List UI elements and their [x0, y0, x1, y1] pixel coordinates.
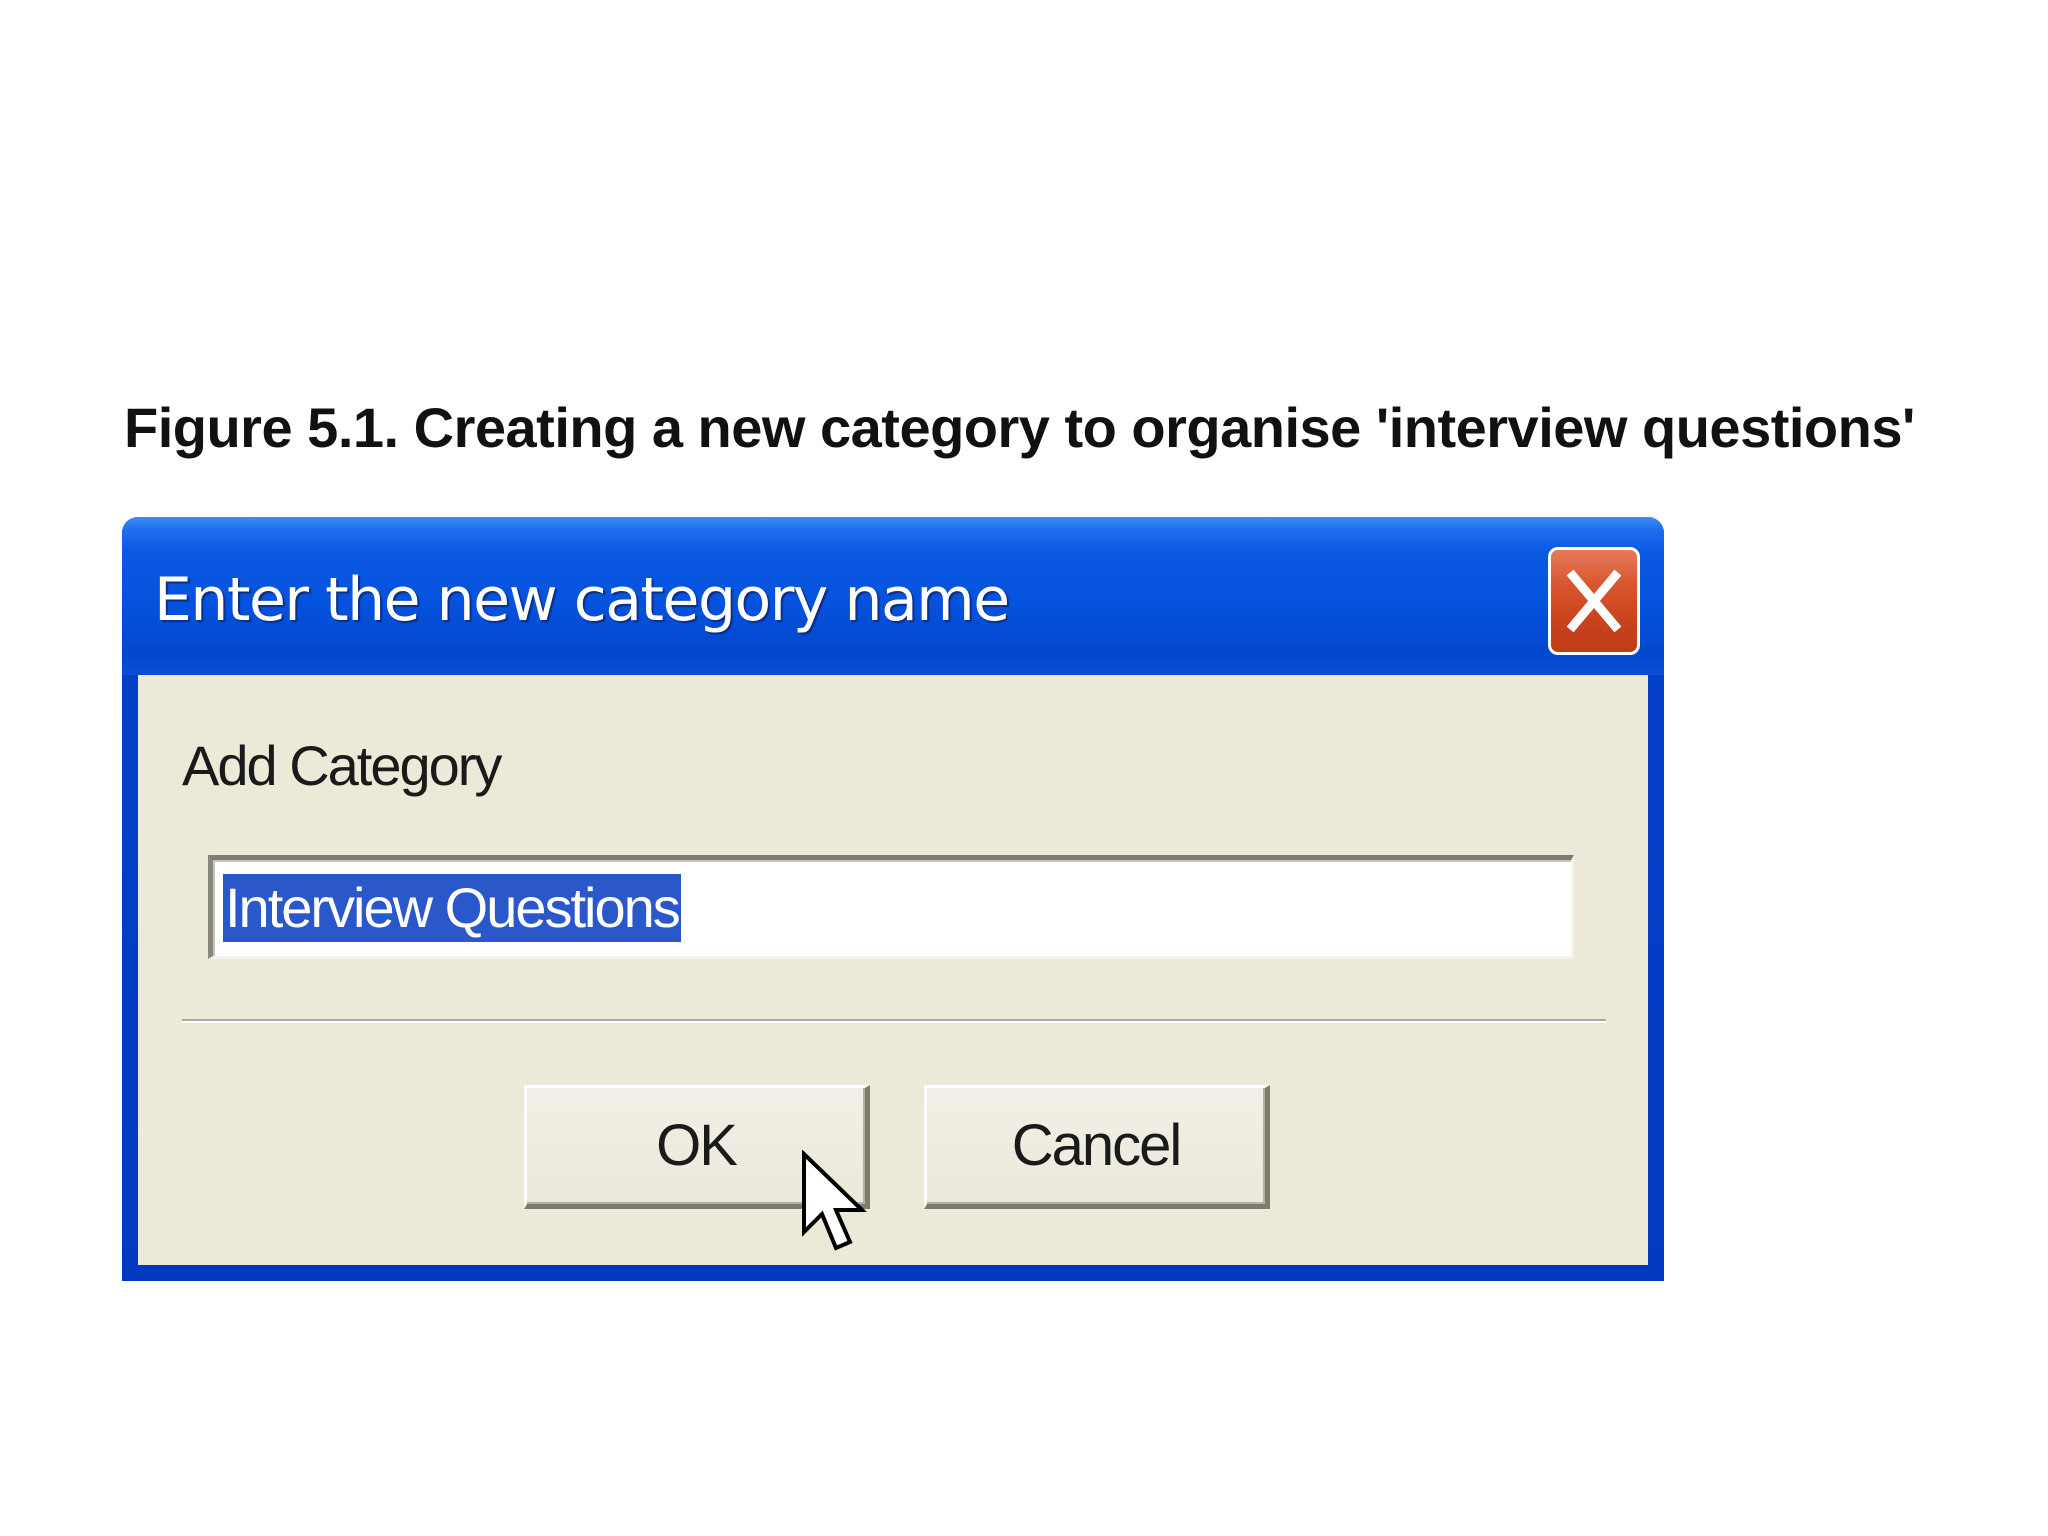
cancel-button[interactable]: Cancel: [924, 1085, 1270, 1209]
mouse-pointer-icon: [802, 1150, 867, 1251]
dialog-title: Enter the new category name: [154, 565, 1010, 635]
input-selected-text: Interview Questions: [223, 874, 681, 942]
add-category-label: Add Category: [182, 734, 502, 797]
category-name-input[interactable]: Interview Questions: [208, 855, 1574, 959]
close-x-icon: [1567, 570, 1621, 632]
cancel-button-label: Cancel: [1011, 1113, 1183, 1178]
figure-caption: Figure 5.1. Creating a new category to o…: [124, 396, 1915, 459]
category-dialog: Enter the new category name Add Category…: [122, 517, 1664, 1281]
separator-line: [182, 1019, 1606, 1023]
close-button[interactable]: [1548, 547, 1640, 655]
dialog-titlebar[interactable]: Enter the new category name: [122, 517, 1664, 675]
dialog-body: Add Category Interview Questions OK Canc…: [138, 675, 1648, 1265]
